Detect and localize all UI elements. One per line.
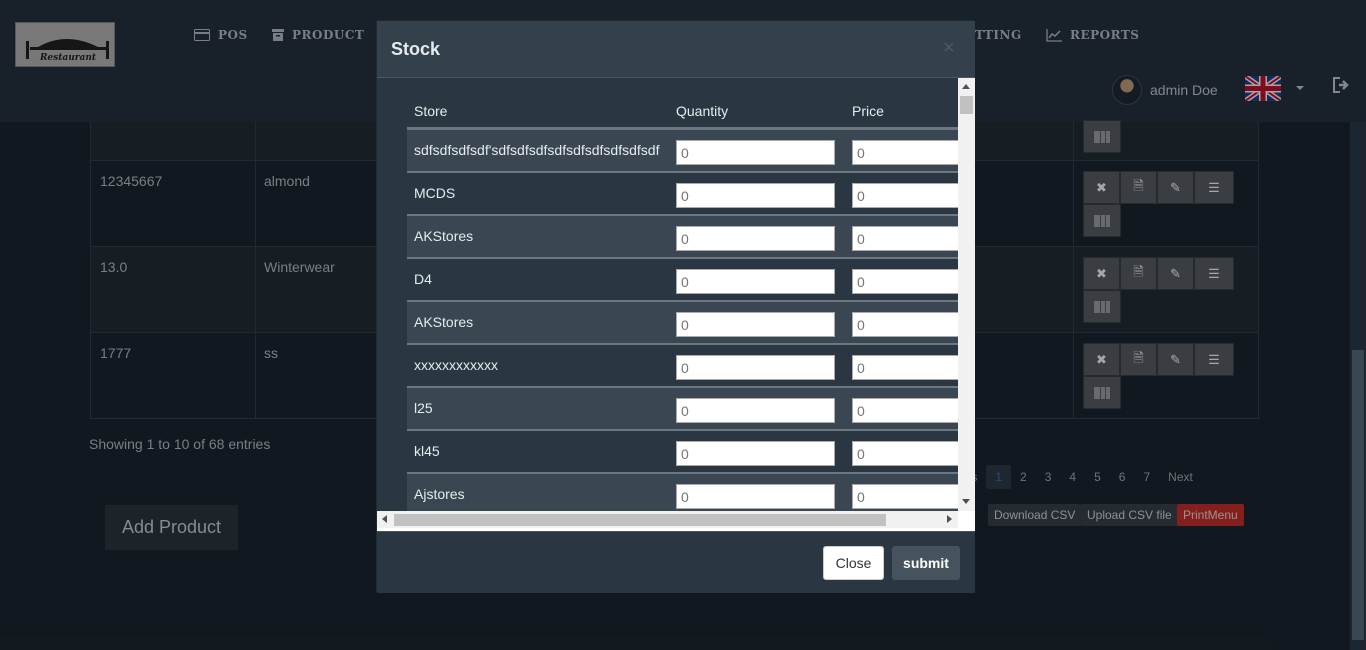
column-header-price: Price — [852, 103, 884, 119]
quantity-input[interactable] — [676, 269, 835, 294]
close-icon[interactable]: × — [943, 37, 955, 60]
store-name: Ajstores — [414, 486, 465, 502]
quantity-input[interactable] — [676, 226, 835, 251]
modal-footer: Close submit — [377, 531, 975, 593]
quantity-input[interactable] — [676, 484, 835, 509]
price-input[interactable] — [852, 140, 958, 165]
price-input[interactable] — [852, 484, 958, 509]
quantity-input[interactable] — [676, 441, 835, 466]
scroll-up-arrow-icon[interactable] — [962, 84, 970, 89]
price-input[interactable] — [852, 398, 958, 423]
quantity-input[interactable] — [676, 355, 835, 380]
modal-header: Stock × — [377, 21, 975, 78]
stock-row: MCDS — [407, 173, 958, 216]
price-input[interactable] — [852, 441, 958, 466]
stock-row: l25 — [407, 388, 958, 431]
column-header-store: Store — [414, 103, 448, 119]
price-input[interactable] — [852, 183, 958, 208]
store-name: xxxxxxxxxxxx — [414, 357, 498, 373]
price-input[interactable] — [852, 269, 958, 294]
price-input[interactable] — [852, 226, 958, 251]
quantity-input[interactable] — [676, 140, 835, 165]
store-name: AKStores — [414, 314, 474, 330]
submit-button[interactable]: submit — [892, 546, 960, 580]
store-name: l25 — [414, 400, 433, 416]
stock-table-header: Store Quantity Price — [407, 78, 958, 130]
stock-modal: Stock × Store Quantity Price sdfsdfsdfsd… — [376, 20, 975, 593]
stock-row: D4 — [407, 259, 958, 302]
modal-body: Store Quantity Price sdfsdfsdfsdf'sdfsdf… — [377, 78, 975, 531]
scroll-left-arrow-icon[interactable] — [382, 515, 387, 523]
store-name: kl45 — [414, 443, 440, 459]
scroll-down-arrow-icon[interactable] — [962, 499, 970, 504]
store-name: MCDS — [414, 185, 456, 201]
stock-table-scroll[interactable]: Store Quantity Price sdfsdfsdfsdf'sdfsdf… — [377, 78, 958, 511]
price-input[interactable] — [852, 312, 958, 337]
stock-row: xxxxxxxxxxxx — [407, 345, 958, 388]
stock-row: sdfsdfsdfsdf'sdfsdfsdfsdfsdfsdfsdfsdfsdf — [407, 130, 958, 173]
vertical-scrollbar-thumb[interactable] — [960, 96, 973, 114]
column-header-quantity: Quantity — [676, 103, 729, 119]
stock-row: Ajstores — [407, 474, 958, 511]
price-input[interactable] — [852, 355, 958, 380]
stock-row: AKStores — [407, 302, 958, 345]
store-name: D4 — [414, 271, 432, 287]
scroll-right-arrow-icon[interactable] — [947, 515, 952, 523]
page-scrollbar-thumb[interactable] — [1352, 350, 1364, 640]
quantity-input[interactable] — [676, 398, 835, 423]
stock-row: kl45 — [407, 431, 958, 474]
quantity-input[interactable] — [676, 183, 835, 208]
close-button[interactable]: Close — [823, 546, 884, 580]
store-name: AKStores — [414, 228, 474, 244]
vertical-scrollbar[interactable] — [958, 78, 975, 511]
quantity-input[interactable] — [676, 312, 835, 337]
stock-row: AKStores — [407, 216, 958, 259]
horizontal-scrollbar-thumb[interactable] — [394, 514, 886, 526]
modal-title: Stock — [391, 39, 441, 59]
store-name: sdfsdfsdfsdf'sdfsdfsdfsdfsdfsdfsdfsdfsdf — [414, 142, 660, 158]
